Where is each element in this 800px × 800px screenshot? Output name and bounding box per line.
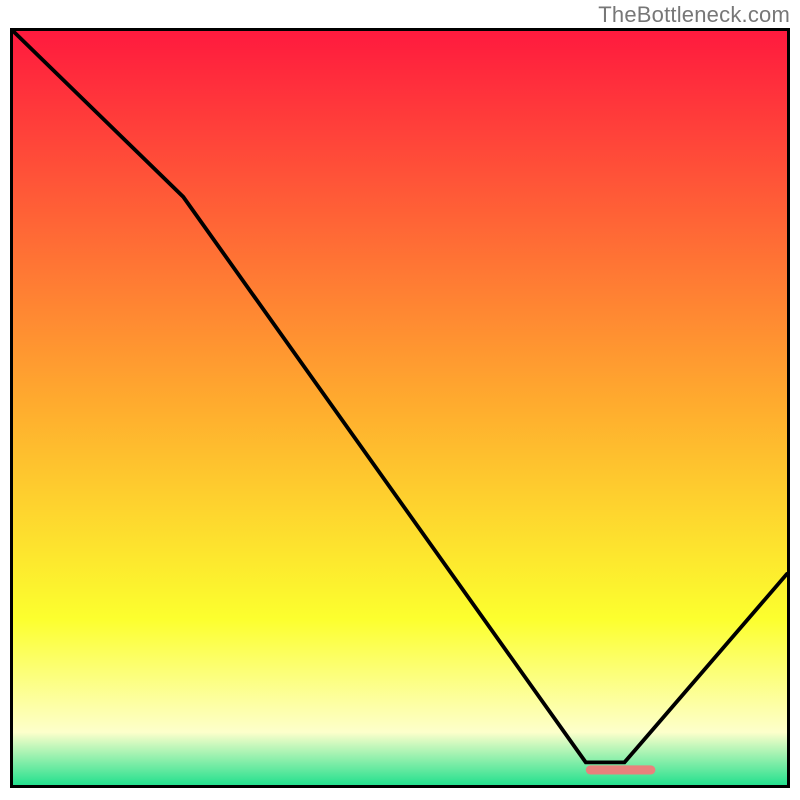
figure-container: TheBottleneck.com (0, 0, 800, 800)
chart-svg (13, 31, 787, 785)
watermark-text: TheBottleneck.com (598, 2, 790, 28)
plot-area (10, 28, 790, 788)
bottleneck-curve-path (13, 31, 787, 762)
min-marker (586, 765, 656, 774)
